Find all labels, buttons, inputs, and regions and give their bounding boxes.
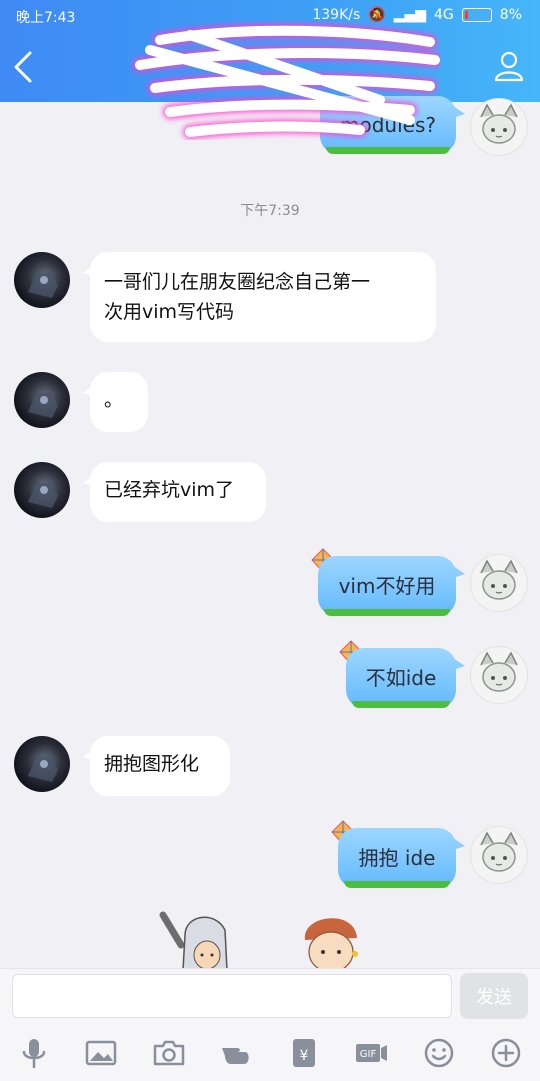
mecha-avatar-icon bbox=[28, 482, 58, 508]
message-input[interactable] bbox=[12, 974, 452, 1018]
image-icon bbox=[86, 1040, 117, 1066]
svg-text:GIF: GIF bbox=[360, 1049, 377, 1060]
bubble-grass-decoration bbox=[324, 609, 450, 616]
message-text: 不如ide bbox=[365, 666, 437, 690]
gif-button[interactable]: GIF bbox=[351, 1033, 391, 1073]
voice-button[interactable] bbox=[14, 1033, 54, 1073]
chat-bubble-incoming[interactable]: 拥抱图形化 bbox=[83, 736, 230, 796]
message-text: 。 bbox=[104, 389, 124, 411]
plus-icon bbox=[492, 1038, 521, 1068]
camera-icon bbox=[153, 1040, 184, 1066]
chat-bubble-incoming[interactable]: 已经弃坑vim了 bbox=[83, 462, 266, 522]
battery-level: 8% bbox=[499, 7, 522, 23]
bubble-grass-decoration bbox=[344, 881, 450, 888]
chat-input-bar: 发送 ¥ GIF bbox=[0, 968, 540, 1081]
chat-bubble-outgoing[interactable]: 拥抱 ide bbox=[338, 828, 465, 888]
more-button[interactable] bbox=[486, 1033, 526, 1073]
contact-avatar[interactable] bbox=[14, 252, 70, 308]
profile-icon[interactable] bbox=[492, 48, 526, 82]
contact-avatar[interactable] bbox=[14, 462, 70, 518]
contact-avatar[interactable] bbox=[14, 372, 70, 428]
bubble-grass-decoration bbox=[326, 147, 450, 154]
message-text: 已经弃坑vim了 bbox=[104, 479, 235, 501]
bubble-tail bbox=[453, 658, 465, 670]
anime-girl-avatar-icon bbox=[480, 559, 518, 600]
anime-girl-avatar-icon bbox=[480, 831, 518, 872]
microphone-icon bbox=[22, 1039, 45, 1069]
mecha-avatar-icon bbox=[28, 756, 58, 782]
redacted-title bbox=[130, 20, 440, 140]
my-avatar[interactable] bbox=[470, 646, 528, 704]
message-text-line: 一哥们儿在朋友圈纪念自己第一 bbox=[104, 271, 371, 293]
bubble-tail bbox=[453, 106, 465, 118]
back-icon[interactable] bbox=[8, 50, 36, 84]
send-button[interactable]: 发送 bbox=[460, 973, 528, 1019]
red-packet-button[interactable]: ¥ bbox=[284, 1033, 324, 1073]
sticker-knight-icon bbox=[159, 911, 228, 970]
bubble-grass-decoration bbox=[352, 701, 450, 708]
anime-girl-avatar-icon bbox=[480, 103, 518, 144]
message-text: 拥抱 ide bbox=[358, 846, 436, 870]
poke-hand-icon bbox=[222, 1048, 249, 1064]
my-avatar[interactable] bbox=[470, 554, 528, 612]
bubble-tail bbox=[453, 838, 465, 850]
message-text-line: 次用vim写代码 bbox=[104, 301, 235, 323]
chat-bubble-outgoing[interactable]: 不如ide bbox=[346, 648, 465, 708]
my-avatar[interactable] bbox=[470, 98, 528, 156]
chat-toolbar: ¥ GIF bbox=[0, 1033, 540, 1073]
gif-icon: GIF bbox=[356, 1044, 388, 1062]
camera-button[interactable] bbox=[149, 1033, 189, 1073]
message-text: vim不好用 bbox=[338, 574, 436, 598]
status-time: 晚上7:43 bbox=[16, 10, 76, 26]
bubble-tail bbox=[453, 566, 465, 578]
message-text: 拥抱图形化 bbox=[104, 753, 200, 775]
chat-timestamp: 下午7:39 bbox=[240, 203, 300, 219]
svg-text:¥: ¥ bbox=[299, 1048, 308, 1064]
emoji-icon bbox=[424, 1038, 453, 1068]
mecha-avatar-icon bbox=[28, 392, 58, 418]
red-packet-icon: ¥ bbox=[292, 1039, 315, 1067]
emoji-button[interactable] bbox=[419, 1033, 459, 1073]
chat-bubble-incoming[interactable]: 。 bbox=[83, 372, 148, 432]
redaction-scribble bbox=[133, 23, 440, 139]
photo-button[interactable] bbox=[81, 1033, 121, 1073]
anime-girl-avatar-icon bbox=[480, 651, 518, 692]
chat-bubble-incoming[interactable]: 一哥们儿在朋友圈纪念自己第一 次用vim写代码 bbox=[83, 252, 436, 342]
battery-icon bbox=[461, 8, 492, 22]
my-avatar[interactable] bbox=[470, 826, 528, 884]
poke-button[interactable] bbox=[216, 1033, 256, 1073]
chat-bubble-outgoing[interactable]: vim不好用 bbox=[318, 556, 465, 616]
sticker-boy-icon bbox=[304, 918, 358, 970]
mecha-avatar-icon bbox=[28, 272, 58, 298]
contact-avatar[interactable] bbox=[14, 736, 70, 792]
